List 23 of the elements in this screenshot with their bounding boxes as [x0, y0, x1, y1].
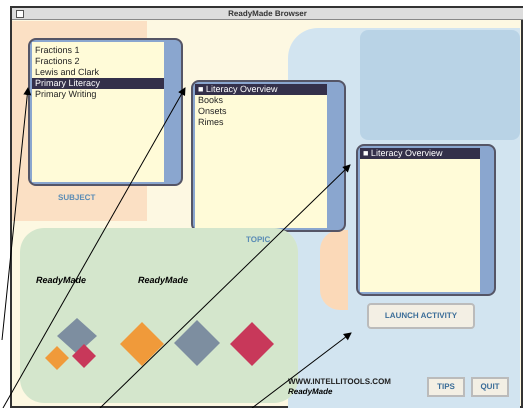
list-item[interactable]: Rimes [195, 117, 327, 128]
subject-label: SUBJECT [58, 192, 96, 204]
list-item[interactable]: Primary Literacy [32, 78, 164, 89]
list-item[interactable]: Fractions 1 [32, 45, 164, 56]
list-item[interactable]: Onsets [195, 106, 327, 117]
topic-label: TOPIC [246, 234, 270, 246]
brand-text: ReadyMade [288, 388, 332, 396]
list-item[interactable]: ■ Literacy Overview [360, 148, 480, 159]
list-item[interactable]: Books [195, 95, 327, 106]
list-item[interactable]: Lewis and Clark [32, 67, 164, 78]
list-item[interactable]: Fractions 2 [32, 56, 164, 67]
activity-list[interactable]: ■ Literacy Overview [360, 148, 480, 292]
close-box[interactable] [16, 10, 24, 18]
footer-button[interactable]: QUIT [471, 377, 509, 397]
footer-button[interactable]: TIPS [427, 377, 465, 397]
subject-list[interactable]: Fractions 1 Fractions 2 Lewis and Clark Primary Literacy Primary Writing [32, 42, 164, 182]
window-title: ReadyMade Browser [228, 10, 307, 18]
list-item[interactable]: ■ Literacy Overview [195, 84, 327, 95]
topic-list[interactable]: ■ Literacy Overview Books Onsets Rimes [195, 84, 327, 228]
list-item[interactable]: Primary Writing [32, 89, 164, 100]
website-url: WWW.INTELLITOOLS.COM [288, 378, 391, 386]
logo-text: ReadyMade [138, 274, 188, 287]
launch-activity-button[interactable]: LAUNCH ACTIVITY [367, 303, 475, 329]
